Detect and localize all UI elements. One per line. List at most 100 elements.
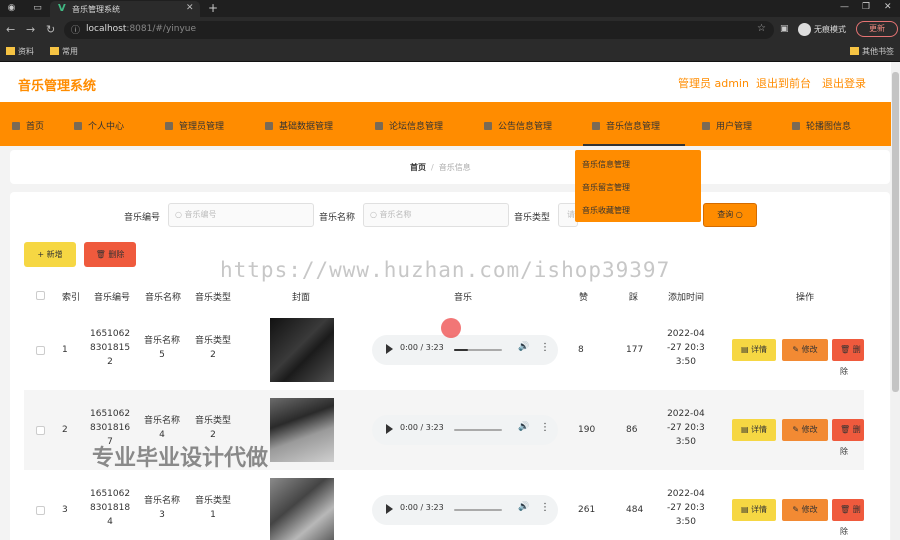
play-icon[interactable] [386, 504, 393, 514]
row-likes: 8 [578, 345, 584, 355]
row-dislikes: 86 [626, 425, 638, 435]
play-icon[interactable] [386, 424, 393, 434]
tab-group-icon[interactable]: ▭ [32, 3, 43, 14]
menu-item-profile[interactable]: 个人中心 [74, 119, 124, 132]
submenu-music-comments[interactable]: 音乐留言管理 [582, 182, 630, 193]
site-info-icon[interactable]: ⓘ [71, 23, 80, 36]
menu-item-music[interactable]: 音乐信息管理 [583, 102, 685, 146]
image-icon [792, 122, 800, 130]
forward-icon[interactable]: → [26, 23, 35, 36]
edit-button[interactable]: ✎ 修改 [782, 419, 828, 441]
breadcrumb: 首页 / 音乐信息 [410, 163, 471, 172]
detail-button[interactable]: ▤ 详情 [732, 419, 776, 441]
other-bookmarks[interactable]: 其他书签 [850, 46, 894, 57]
menu-item-forum[interactable]: 论坛信息管理 [375, 119, 443, 132]
restore-icon[interactable]: ❐ [862, 2, 870, 12]
menu-item-carousel[interactable]: 轮播图信息 [792, 119, 851, 132]
search-label-code: 音乐编号 [124, 213, 161, 223]
search-label-name: 音乐名称 [319, 213, 356, 223]
menu-item-notice[interactable]: 公告信息管理 [484, 119, 552, 132]
row-checkbox[interactable] [36, 506, 45, 515]
sidebar-icon[interactable]: ▣ [780, 24, 789, 34]
row-date: 2022-04 -27 20:3 3:50 [667, 489, 705, 527]
bookmark-folder-2[interactable]: 常用 [50, 46, 78, 57]
delete-button[interactable]: 🗑 删除 [832, 339, 864, 376]
back-to-front-link[interactable]: 退出到前台 [756, 75, 811, 91]
detail-button[interactable]: ▤ 详情 [732, 339, 776, 361]
bookmark-star-icon[interactable]: ☆ [757, 23, 766, 34]
add-button[interactable]: + 新增 [24, 242, 76, 267]
volume-icon[interactable]: 🔊 [518, 502, 529, 512]
detail-icon: ▤ [740, 425, 749, 434]
volume-icon[interactable]: 🔊 [518, 422, 529, 432]
scrollbar-thumb[interactable] [892, 72, 899, 392]
select-all-checkbox[interactable] [36, 291, 45, 300]
detail-button[interactable]: ▤ 详情 [732, 499, 776, 521]
users-icon [702, 122, 710, 130]
brand-title: 音乐管理系统 [18, 79, 97, 94]
col-likes: 赞 [579, 293, 589, 303]
logout-link[interactable]: 退出登录 [822, 75, 866, 91]
audio-progress[interactable] [454, 429, 502, 431]
back-icon[interactable]: ← [6, 23, 15, 36]
audio-time: 0:00 / 3:23 [400, 503, 444, 512]
col-dislikes: 踩 [629, 293, 639, 303]
flag-icon [592, 122, 600, 130]
query-button[interactable]: 查询 ○ [703, 203, 757, 227]
bookmark-folder-1[interactable]: 资料 [6, 46, 34, 57]
admin-label: 管理员 admin [678, 77, 749, 90]
folder-icon [850, 47, 859, 55]
url-text[interactable]: localhost:8081/#/yinyue [86, 24, 196, 34]
row-name: 音乐名称 5 [144, 336, 181, 360]
page-scrollbar[interactable] [891, 62, 900, 540]
reload-icon[interactable]: ↻ [46, 23, 55, 36]
menu-item-users[interactable]: 用户管理 [702, 119, 752, 132]
cover-image [270, 318, 334, 382]
delete-button[interactable]: 🗑 删除 [832, 499, 864, 536]
menu-item-home[interactable]: 首页 [12, 119, 44, 132]
row-checkbox[interactable] [36, 346, 45, 355]
batch-delete-button[interactable]: 🗑 删除 [84, 242, 136, 267]
col-cover: 封面 [292, 293, 311, 303]
play-icon[interactable] [386, 344, 393, 354]
audio-progress[interactable] [454, 349, 502, 351]
edit-button[interactable]: ✎ 修改 [782, 339, 828, 361]
audio-player[interactable]: 0:00 / 3:23 🔊 ⋮ [372, 335, 558, 365]
submenu-music-favorites[interactable]: 音乐收藏管理 [582, 205, 630, 216]
home-icon [12, 122, 20, 130]
audio-time: 0:00 / 3:23 [400, 343, 444, 352]
breadcrumb-home[interactable]: 首页 [410, 163, 426, 172]
menu-item-admins[interactable]: 管理员管理 [165, 119, 224, 132]
search-input-name[interactable]: ○ 音乐名称 [363, 203, 509, 227]
trash-icon: 🗑 [840, 505, 851, 514]
col-actions: 操作 [796, 293, 815, 303]
incognito-profile[interactable]: 无痕模式 [798, 22, 850, 37]
col-code: 音乐编号 [94, 293, 131, 303]
data-icon [265, 122, 273, 130]
more-options-icon[interactable]: ⋮ [540, 422, 550, 433]
close-window-icon[interactable]: ✕ [884, 2, 892, 12]
more-options-icon[interactable]: ⋮ [540, 502, 550, 513]
audio-player[interactable]: 0:00 / 3:23 🔊 ⋮ [372, 495, 558, 525]
search-input-code[interactable]: ○ 音乐编号 [168, 203, 314, 227]
more-options-icon[interactable]: ⋮ [540, 342, 550, 353]
delete-button[interactable]: 🗑 删除 [832, 419, 864, 456]
volume-icon[interactable]: 🔊 [518, 342, 529, 352]
close-tab-icon[interactable]: ✕ [186, 3, 194, 13]
update-button[interactable]: 更新 [856, 21, 898, 37]
audio-progress[interactable] [454, 509, 502, 511]
breadcrumb-card: 首页 / 音乐信息 [10, 150, 890, 184]
row-checkbox[interactable] [36, 426, 45, 435]
url-watermark: https://www.huzhan.com/ishop39397 [220, 258, 671, 282]
folder-icon [50, 47, 59, 55]
minimize-icon[interactable]: — [840, 2, 849, 12]
row-date: 2022-04 -27 20:3 3:50 [667, 329, 705, 367]
address-bar[interactable]: ⓘ localhost:8081/#/yinyue ☆ [64, 21, 774, 39]
menu-item-base-data[interactable]: 基础数据管理 [265, 119, 333, 132]
new-tab-icon[interactable]: + [208, 1, 218, 15]
audio-player[interactable]: 0:00 / 3:23 🔊 ⋮ [372, 415, 558, 445]
browser-tab[interactable]: V 音乐管理系统 ✕ [50, 1, 200, 17]
chrome-icon[interactable]: ◉ [6, 3, 17, 14]
edit-button[interactable]: ✎ 修改 [782, 499, 828, 521]
submenu-music-info[interactable]: 音乐信息管理 [582, 159, 630, 170]
